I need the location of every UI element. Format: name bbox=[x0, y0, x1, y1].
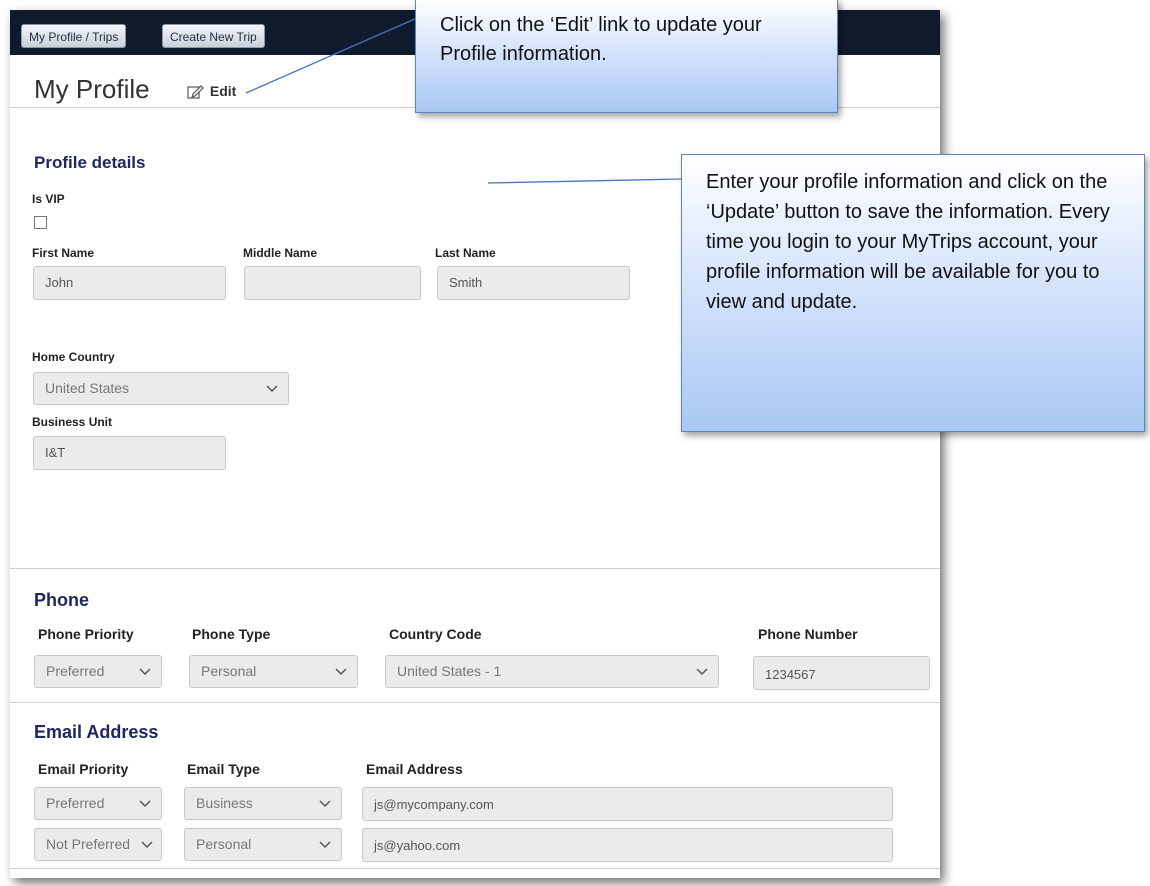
home-country-value: United States bbox=[45, 380, 130, 396]
edit-pencil-icon bbox=[187, 83, 210, 99]
chevron-down-icon bbox=[335, 656, 347, 687]
divider bbox=[10, 868, 940, 869]
middle-name-label: Middle Name bbox=[243, 246, 318, 260]
phone-priority-label: Phone Priority bbox=[38, 626, 134, 642]
email-address-field[interactable]: js@mycompany.com bbox=[362, 787, 893, 821]
page-title: My Profile bbox=[34, 74, 150, 104]
edit-link-label: Edit bbox=[209, 83, 237, 99]
update-callout: Enter your profile information and click… bbox=[681, 154, 1145, 432]
country-code-value: United States - 1 bbox=[397, 663, 502, 679]
email-priority-value: Preferred bbox=[46, 795, 105, 811]
divider bbox=[10, 702, 940, 703]
country-code-label: Country Code bbox=[389, 626, 482, 642]
chevron-down-icon bbox=[319, 829, 331, 860]
business-unit-label: Business Unit bbox=[32, 415, 113, 429]
country-code-select[interactable]: United States - 1 bbox=[385, 655, 719, 688]
email-address-field[interactable]: js@yahoo.com bbox=[362, 828, 893, 862]
profile-details-heading: Profile details bbox=[34, 153, 146, 172]
my-profile-trips-button[interactable]: My Profile / Trips bbox=[21, 24, 127, 48]
chevron-down-icon bbox=[139, 788, 151, 819]
chevron-down-icon bbox=[319, 788, 331, 819]
phone-type-select[interactable]: Personal bbox=[189, 655, 358, 688]
divider bbox=[10, 568, 940, 569]
email-priority-select[interactable]: Preferred bbox=[34, 787, 162, 820]
email-type-label: Email Type bbox=[187, 761, 260, 777]
phone-number-field[interactable]: 1234567 bbox=[753, 656, 930, 690]
email-priority-label: Email Priority bbox=[38, 761, 129, 777]
phone-heading: Phone bbox=[34, 590, 90, 610]
chevron-down-icon bbox=[266, 373, 278, 404]
mytrips-profile-window: My Profile / Trips Create New Trip My Pr… bbox=[10, 10, 940, 878]
email-heading: Email Address bbox=[34, 722, 159, 742]
phone-type-value: Personal bbox=[201, 663, 257, 679]
edit-link[interactable]: Edit bbox=[187, 83, 236, 99]
update-callout-text: Enter your profile information and click… bbox=[706, 171, 1110, 313]
chevron-down-icon bbox=[141, 829, 153, 860]
edit-callout-text: Click on the ‘Edit’ link to update your … bbox=[440, 14, 762, 65]
is-vip-checkbox[interactable] bbox=[34, 216, 47, 229]
first-name-field[interactable]: John bbox=[33, 266, 226, 300]
email-type-select[interactable]: Personal bbox=[184, 828, 342, 861]
email-priority-select[interactable]: Not Preferred bbox=[34, 828, 162, 861]
last-name-label: Last Name bbox=[435, 246, 496, 260]
phone-number-label: Phone Number bbox=[758, 626, 858, 642]
create-new-trip-button[interactable]: Create New Trip bbox=[162, 24, 265, 48]
home-country-select[interactable]: United States bbox=[33, 372, 289, 405]
phone-priority-value: Preferred bbox=[46, 663, 105, 679]
business-unit-field[interactable]: I&T bbox=[33, 436, 226, 470]
email-type-select[interactable]: Business bbox=[184, 787, 342, 820]
email-type-value: Personal bbox=[196, 836, 252, 852]
email-type-value: Business bbox=[196, 795, 253, 811]
first-name-label: First Name bbox=[32, 246, 95, 260]
is-vip-label: Is VIP bbox=[32, 192, 65, 206]
chevron-down-icon bbox=[139, 656, 151, 687]
email-address-label: Email Address bbox=[366, 761, 463, 777]
phone-type-label: Phone Type bbox=[192, 626, 271, 642]
middle-name-field[interactable] bbox=[244, 266, 421, 300]
home-country-label: Home Country bbox=[32, 350, 115, 364]
edit-callout: Click on the ‘Edit’ link to update your … bbox=[415, 0, 838, 113]
last-name-field[interactable]: Smith bbox=[437, 266, 630, 300]
chevron-down-icon bbox=[696, 656, 708, 687]
email-priority-value: Not Preferred bbox=[46, 836, 131, 852]
phone-priority-select[interactable]: Preferred bbox=[34, 655, 162, 688]
